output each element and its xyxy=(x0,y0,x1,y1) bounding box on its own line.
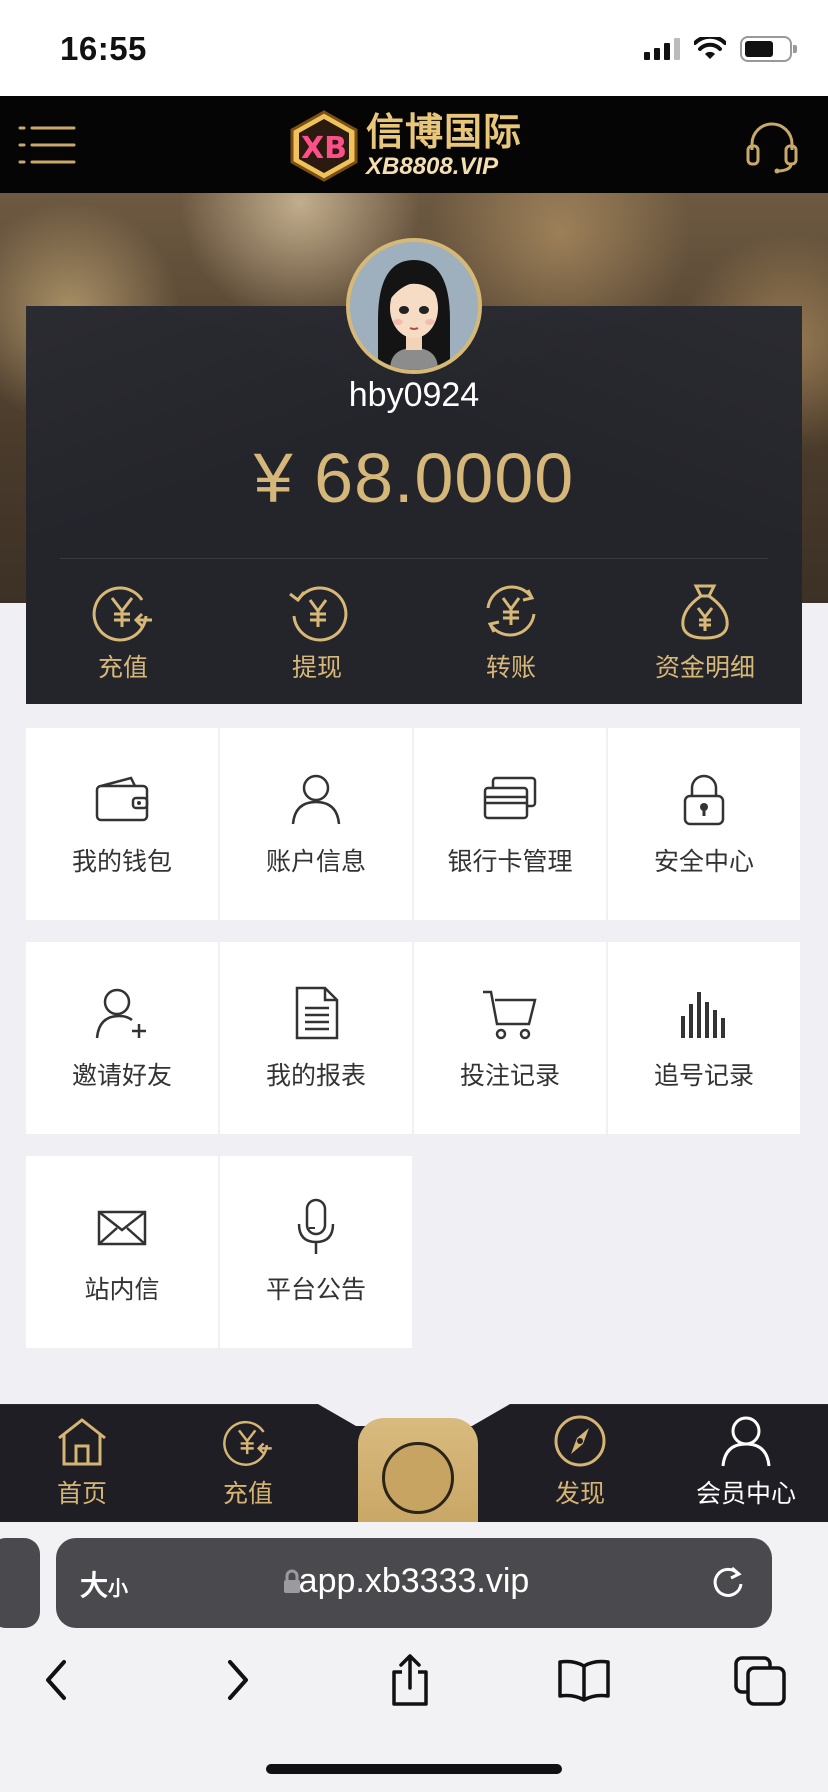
home-indicator xyxy=(266,1764,562,1774)
tabs-icon[interactable] xyxy=(732,1652,788,1708)
logo-chinese-name: 信博国际 xyxy=(366,110,523,154)
transfer-icon xyxy=(486,585,536,637)
compass-icon xyxy=(554,1415,606,1467)
username: hby0924 xyxy=(348,376,480,414)
deposit-label: 充值 xyxy=(97,653,148,682)
security-center-tile[interactable]: 安全中心 xyxy=(608,728,800,920)
home-icon xyxy=(58,1418,106,1466)
invite-friends-label: 邀请好友 xyxy=(71,1061,172,1090)
announcements-tile[interactable]: 平台公告 xyxy=(220,1156,412,1348)
status-icons xyxy=(644,36,797,62)
microphone-icon xyxy=(297,1198,335,1254)
tab-member-center[interactable]: 会员中心 xyxy=(676,1414,816,1510)
address-bar[interactable]: 大小 app.xb3333.vip xyxy=(56,1538,772,1628)
battery-icon xyxy=(740,36,797,62)
brand-logo: XB 信博国际 XB8808.VIP xyxy=(288,108,540,184)
tab-deposit[interactable]: 充值 xyxy=(178,1414,318,1510)
bar-chart-icon xyxy=(681,992,725,1038)
my-wallet-label: 我的钱包 xyxy=(71,847,172,876)
chase-records-label: 追号记录 xyxy=(653,1061,754,1090)
fund-details-label: 资金明细 xyxy=(654,653,755,682)
share-icon[interactable] xyxy=(382,1652,438,1708)
menu-grid: 我的钱包 账户信息 银行卡管理 安全中心 邀请好友 我的报表 投注记录 追号记录… xyxy=(26,728,802,1348)
forward-icon[interactable] xyxy=(208,1652,264,1708)
add-user-icon xyxy=(95,988,146,1039)
my-wallet-tile[interactable]: 我的钱包 xyxy=(26,728,218,920)
deposit-button[interactable]: 充值 xyxy=(26,568,220,702)
cellular-signal-icon xyxy=(644,38,680,60)
tab-home[interactable]: 首页 xyxy=(12,1414,152,1510)
center-circle-icon xyxy=(382,1442,454,1514)
user-avatar[interactable] xyxy=(346,238,482,374)
wifi-icon xyxy=(694,37,726,59)
announcements-label: 平台公告 xyxy=(265,1275,366,1304)
tab-discover-label: 发现 xyxy=(554,1479,605,1508)
status-bar: 16:55 xyxy=(0,0,828,96)
my-reports-tile[interactable]: 我的报表 xyxy=(220,942,412,1134)
transfer-button[interactable]: 转账 xyxy=(414,568,608,702)
reload-icon[interactable] xyxy=(710,1564,746,1600)
user-icon xyxy=(291,774,341,825)
bank-card-tile[interactable]: 银行卡管理 xyxy=(414,728,606,920)
chase-records-tile[interactable]: 追号记录 xyxy=(608,942,800,1134)
bank-card-icon xyxy=(483,776,537,820)
list-menu-icon xyxy=(18,126,76,164)
fund-details-button[interactable]: 资金明细 xyxy=(608,568,802,702)
withdraw-label: 提现 xyxy=(291,653,342,682)
deposit-icon xyxy=(223,1420,272,1466)
svg-text:XB: XB xyxy=(301,131,347,166)
account-balance: ¥ 68.0000 xyxy=(253,439,575,517)
tab-discover[interactable]: 发现 xyxy=(510,1414,650,1510)
url-text: app.xb3333.vip xyxy=(298,1562,530,1600)
logo-badge-icon: XB xyxy=(290,110,358,182)
document-icon xyxy=(295,986,339,1040)
previous-tab-preview[interactable] xyxy=(0,1538,40,1628)
status-time: 16:55 xyxy=(60,30,147,67)
account-info-tile[interactable]: 账户信息 xyxy=(220,728,412,920)
wallet-icon xyxy=(95,776,149,822)
avatar-girl-image xyxy=(350,242,478,370)
account-info-label: 账户信息 xyxy=(265,847,366,876)
bookmarks-icon[interactable] xyxy=(556,1652,612,1708)
security-center-label: 安全中心 xyxy=(653,847,754,876)
lock-icon xyxy=(683,774,725,826)
tab-home-label: 首页 xyxy=(56,1479,107,1508)
inbox-label: 站内信 xyxy=(84,1275,160,1304)
back-icon[interactable] xyxy=(30,1652,86,1708)
logo-domain: XB8808.VIP xyxy=(366,153,499,180)
headset-icon xyxy=(746,122,798,174)
inbox-tile[interactable]: 站内信 xyxy=(26,1156,218,1348)
transfer-label: 转账 xyxy=(485,653,536,682)
cart-icon xyxy=(483,990,537,1040)
invite-friends-tile[interactable]: 邀请好友 xyxy=(26,942,218,1134)
bet-records-label: 投注记录 xyxy=(459,1061,560,1090)
app-header: XB 信博国际 XB8808.VIP xyxy=(0,96,828,193)
withdraw-button[interactable]: 提现 xyxy=(220,568,414,702)
card-divider xyxy=(60,558,768,559)
center-home-button[interactable] xyxy=(358,1418,478,1522)
money-bag-icon xyxy=(681,584,729,640)
deposit-icon xyxy=(92,586,152,642)
quick-actions: 充值 提现 转账 资金明细 xyxy=(26,568,802,702)
tab-deposit-label: 充值 xyxy=(222,1479,273,1508)
bank-card-label: 银行卡管理 xyxy=(447,847,573,876)
member-icon xyxy=(721,1416,771,1467)
bet-records-tile[interactable]: 投注记录 xyxy=(414,942,606,1134)
customer-service-button[interactable] xyxy=(744,118,800,174)
my-reports-label: 我的报表 xyxy=(265,1061,366,1090)
tab-member-center-label: 会员中心 xyxy=(695,1479,796,1508)
mail-icon xyxy=(97,1210,147,1246)
withdraw-icon xyxy=(289,586,348,642)
menu-button[interactable] xyxy=(18,124,76,166)
